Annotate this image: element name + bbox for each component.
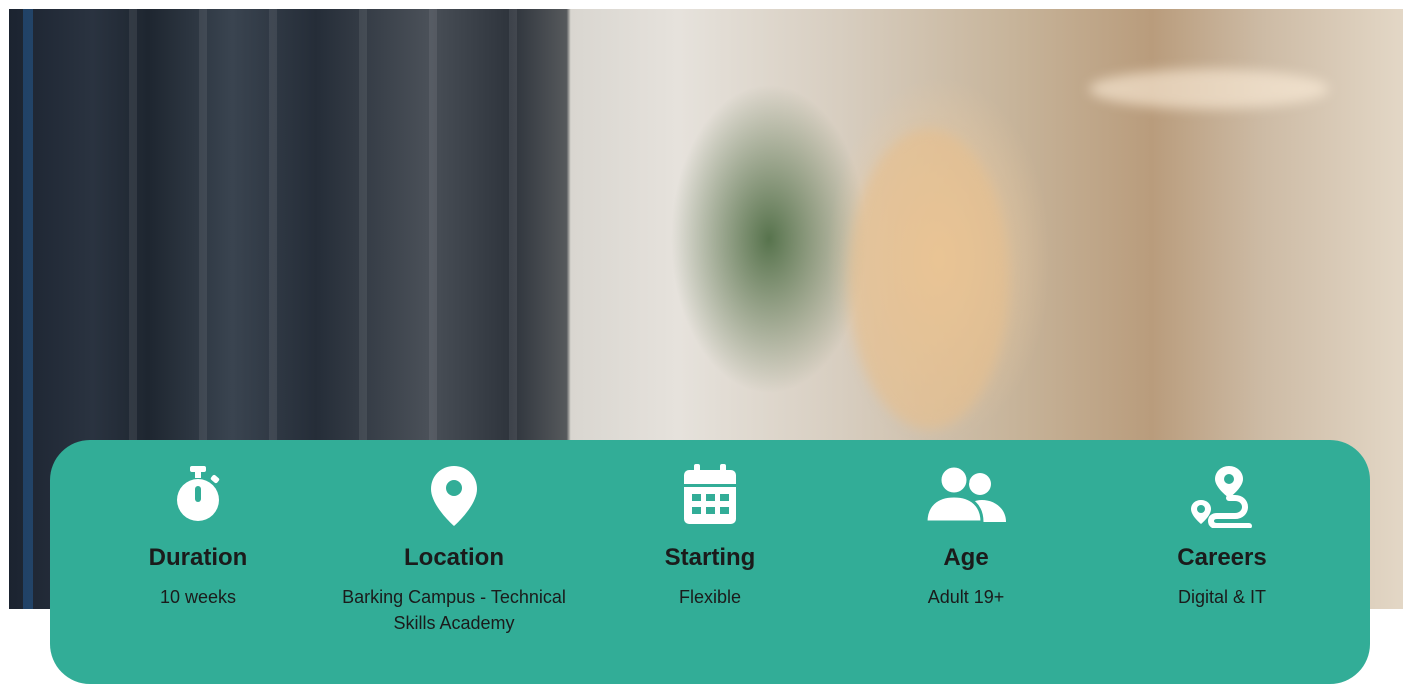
info-value: Flexible xyxy=(678,587,742,607)
info-value: Barking Campus - Technical Skills Academ… xyxy=(342,587,566,633)
info-careers: Careers Digital & IT xyxy=(1102,464,1342,610)
info-title: Starting xyxy=(664,544,756,571)
info-title: Age xyxy=(943,544,989,571)
info-duration: Duration 10 weeks xyxy=(78,464,318,610)
route-icon xyxy=(1102,464,1342,530)
calendar-icon xyxy=(590,464,830,530)
people-icon xyxy=(846,464,1086,530)
info-value: Digital & IT xyxy=(1177,587,1267,607)
info-title: Location xyxy=(404,544,504,571)
info-title: Duration xyxy=(148,544,248,571)
info-value: Adult 19+ xyxy=(927,587,1005,607)
location-pin-icon xyxy=(334,464,574,530)
info-location: Location Barking Campus - Technical Skil… xyxy=(334,464,574,636)
info-value: 10 weeks xyxy=(159,587,237,607)
info-title: Careers xyxy=(1177,544,1267,571)
course-info-panel: Duration 10 weeks Location Barking Campu… xyxy=(50,440,1370,684)
stopwatch-icon xyxy=(78,464,318,530)
info-starting: Starting Flexible xyxy=(590,464,830,610)
info-age: Age Adult 19+ xyxy=(846,464,1086,610)
